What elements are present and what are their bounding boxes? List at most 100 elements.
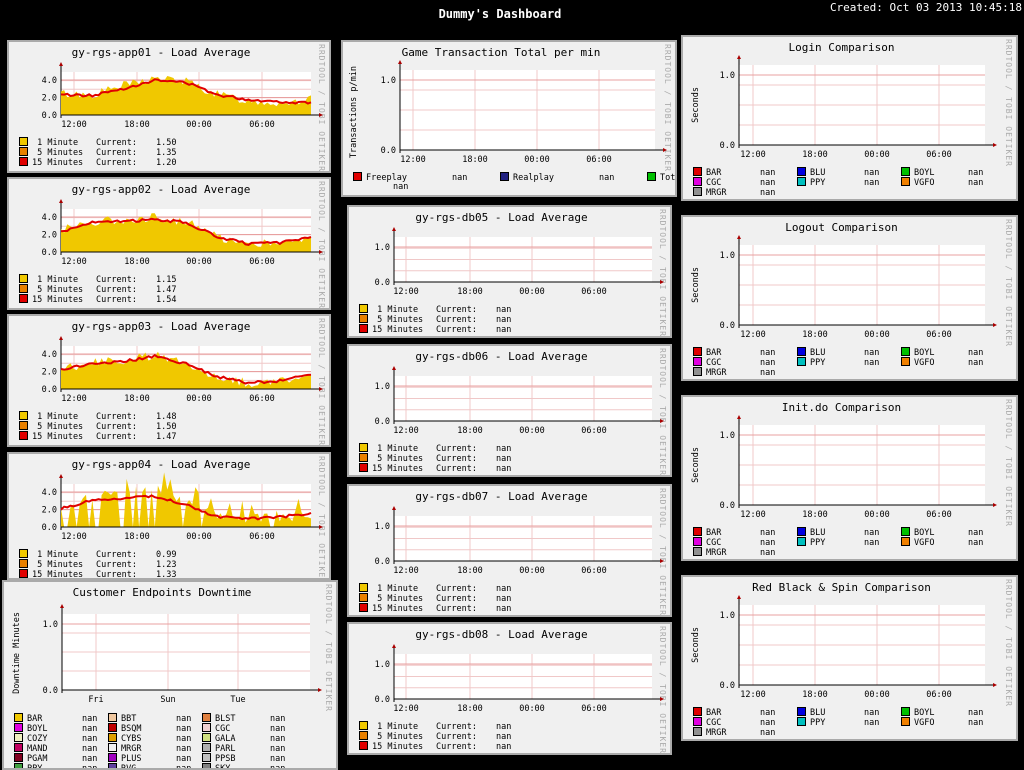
legend-swatch — [693, 177, 702, 186]
x-tick-label: 18:00 — [802, 690, 828, 700]
y-tick-label: 2.0 — [42, 231, 57, 241]
legend-swatch — [202, 733, 211, 742]
legend-current-value: nan — [496, 742, 512, 752]
legend-value: nan — [599, 173, 615, 183]
x-tick-label: 06:00 — [249, 257, 275, 267]
y-axis-arrow — [737, 235, 741, 239]
x-tick-label: 12:00 — [740, 690, 766, 700]
legend-row: 15 Minutes Current: 1.20 — [19, 157, 176, 168]
legend-swatch — [797, 177, 806, 186]
legend-label: 15 Minutes — [372, 742, 424, 752]
y-axis-label: Downtime Minutes — [12, 612, 22, 694]
legend-current-value: 1.33 — [156, 570, 177, 580]
x-tick-label: 18:00 — [124, 394, 150, 404]
y-tick-label: 0.0 — [42, 248, 57, 258]
x-tick-label: 00:00 — [186, 257, 212, 267]
legend-label: MRGR — [706, 368, 727, 378]
legend-swatch — [693, 167, 702, 176]
legend-label: PPY — [27, 764, 43, 770]
y-tick-label: 0.0 — [375, 557, 390, 567]
legend-swatch — [359, 443, 368, 452]
comparison-graph-initdo: Init.do Comparison RRDTOOL / TOBI OETIKER… — [681, 395, 1018, 561]
comparison-graph-logout: Logout Comparison RRDTOOL / TOBI OETIKER 1… — [681, 215, 1018, 381]
x-tick-label: 00:00 — [519, 426, 545, 436]
legend-swatch — [693, 707, 702, 716]
x-tick-label: 00:00 — [864, 690, 890, 700]
legend-swatch — [359, 453, 368, 462]
legend-swatch — [14, 733, 23, 742]
y-axis-arrow — [737, 415, 741, 419]
legend-swatch — [19, 559, 28, 568]
legend-swatch — [500, 172, 509, 181]
x-axis-arrow — [993, 503, 997, 507]
legend-swatch — [693, 537, 702, 546]
legend-swatch — [901, 717, 910, 726]
game-transaction-graph: Game Transaction Total per min RRDTOOL / … — [341, 40, 677, 197]
legend-swatch — [797, 167, 806, 176]
x-tick-label: 00:00 — [864, 330, 890, 340]
x-tick-label: 06:00 — [926, 150, 952, 160]
legend-value: nan — [864, 358, 880, 368]
legend-swatch — [797, 357, 806, 366]
legend-swatch — [19, 274, 28, 283]
x-axis-arrow — [319, 250, 323, 254]
legend-swatch — [359, 741, 368, 750]
x-axis-arrow — [319, 387, 323, 391]
legend-swatch — [359, 463, 368, 472]
legend-label: MRGR — [706, 188, 727, 198]
current-label: Current: — [96, 295, 137, 305]
legend-value: nan — [968, 178, 984, 188]
legend-label: VGFO — [914, 718, 935, 728]
legend-label: PPY — [810, 718, 826, 728]
legend-swatch — [359, 324, 368, 333]
x-axis-arrow — [660, 559, 664, 563]
x-tick-label: 00:00 — [519, 566, 545, 576]
y-tick-label: 1.0 — [720, 611, 735, 621]
load-graph-db05: gy-rgs-db05 - Load Average RRDTOOL / TOBI… — [347, 205, 672, 338]
load-graph-app02: gy-rgs-app02 - Load Average RRDTOOL / TOB… — [7, 177, 331, 310]
legend-item: PPY nan — [797, 177, 879, 188]
x-tick-label: 12:00 — [740, 510, 766, 520]
legend-swatch — [693, 367, 702, 376]
y-tick-label: 4.0 — [42, 350, 57, 360]
legend-swatch — [202, 743, 211, 752]
legend-swatch — [359, 721, 368, 730]
legend-row: 15 Minutes Current: nan — [359, 463, 511, 474]
legend-swatch — [901, 357, 910, 366]
legend-swatch — [19, 411, 28, 420]
legend-swatch — [359, 603, 368, 612]
legend-item: VGFO nan — [901, 177, 983, 188]
legend-swatch — [693, 547, 702, 556]
x-tick-label: 00:00 — [524, 155, 550, 165]
load-graph-db06: gy-rgs-db06 - Load Average RRDTOOL / TOBI… — [347, 344, 672, 477]
x-tick-label: 12:00 — [393, 287, 419, 297]
legend-swatch — [797, 527, 806, 536]
legend-value: nan — [760, 548, 776, 558]
y-tick-label: 4.0 — [42, 213, 57, 223]
legend-swatch — [901, 347, 910, 356]
y-tick-label: 0.0 — [42, 111, 57, 121]
x-tick-label: 06:00 — [926, 690, 952, 700]
legend-swatch — [901, 167, 910, 176]
legend-swatch — [693, 727, 702, 736]
y-axis-arrow — [59, 199, 63, 203]
x-tick-label: 18:00 — [124, 532, 150, 542]
legend-swatch — [202, 713, 211, 722]
y-tick-label: 0.0 — [720, 141, 735, 151]
legend-swatch — [19, 157, 28, 166]
y-tick-label: 1.0 — [375, 243, 390, 253]
legend-swatch — [359, 583, 368, 592]
x-tick-label: 18:00 — [462, 155, 488, 165]
y-tick-label: 0.0 — [42, 523, 57, 533]
legend-swatch — [14, 723, 23, 732]
legend-swatch — [19, 549, 28, 558]
legend-value: nan — [452, 173, 468, 183]
legend-label: Realplay — [513, 173, 554, 183]
legend-value: nan — [968, 538, 984, 548]
legend-item: MRGR nan — [693, 187, 775, 198]
legend-row: 15 Minutes Current: 1.54 — [19, 294, 176, 305]
legend-value: nan — [270, 764, 286, 770]
legend-current-value: nan — [496, 604, 512, 614]
x-axis-arrow — [318, 688, 322, 692]
legend-swatch — [797, 707, 806, 716]
